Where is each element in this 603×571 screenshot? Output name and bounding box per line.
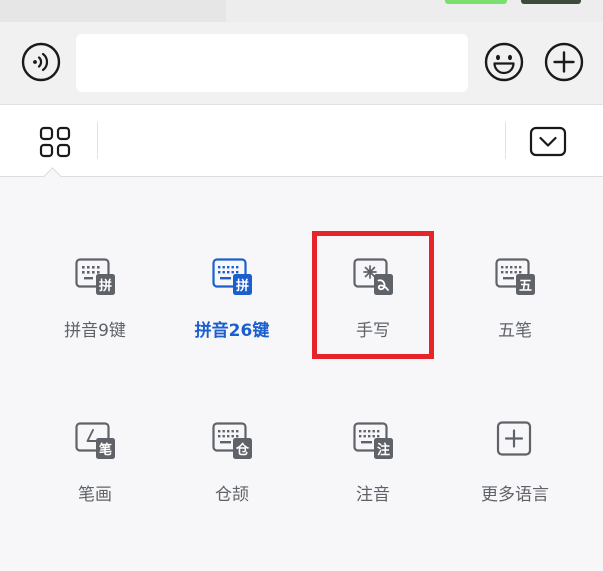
plus-circle-icon — [544, 42, 584, 82]
toolbar-divider — [97, 122, 98, 159]
keyboard-badge: 五 — [519, 279, 532, 294]
grid-icon — [39, 126, 71, 158]
ime-toolbar — [0, 105, 603, 177]
handwriting-icon — [353, 258, 393, 295]
keyboard-option-label: 笔画 — [78, 485, 112, 505]
plus-square-icon — [496, 421, 532, 456]
keyboard-badge: 拼 — [236, 278, 249, 294]
keyboard-option-label: 手写 — [356, 321, 390, 341]
keyboard-option-label: 更多语言 — [481, 485, 549, 505]
chat-area-edge — [0, 0, 603, 22]
keyboard-pinyin-icon: 拼 — [75, 258, 115, 295]
keyboard-option-label: 注音 — [356, 485, 390, 505]
keyboard-option-wubi[interactable]: 五 五笔 — [450, 257, 580, 367]
keyboard-badge: 仓 — [235, 442, 250, 458]
keyboard-option-zhuyin[interactable]: 注 注音 — [308, 421, 438, 531]
chat-bubble-edge — [0, 0, 226, 22]
more-functions-button[interactable] — [544, 42, 584, 82]
message-input[interactable] — [76, 34, 468, 92]
keyboard-badge: 拼 — [99, 278, 112, 294]
keyboard-cangjie-icon: 仓 — [212, 422, 252, 459]
chat-input-bar — [0, 22, 603, 105]
chevron-down-icon — [529, 126, 567, 157]
keyboard-option-label: 仓颉 — [215, 485, 249, 505]
voice-icon — [21, 42, 61, 82]
keyboard-option-cangjie[interactable]: 仓 仓颉 — [167, 421, 297, 531]
keyboard-option-label: 拼音9键 — [64, 321, 126, 341]
emoji-button[interactable] — [484, 42, 524, 82]
keyboard-option-handwriting[interactable]: 手写 — [308, 257, 438, 367]
stroke-icon: 笔 — [75, 422, 115, 459]
keyboard-option-label: 拼音26键 — [194, 321, 270, 341]
hide-keyboard-button[interactable] — [529, 126, 567, 158]
keyboard-option-pinyin-26[interactable]: 拼 拼音26键 — [167, 257, 297, 367]
chat-bubble-edge-green — [445, 0, 507, 4]
keyboard-pinyin-icon: 拼 — [212, 258, 252, 295]
keyboard-badge: 注 — [377, 442, 390, 458]
keyboard-option-label: 五笔 — [498, 321, 532, 341]
keyboard-option-stroke[interactable]: 笔 笔画 — [30, 421, 160, 531]
keyboard-badge: 笔 — [99, 442, 112, 458]
avatar-edge — [521, 0, 581, 4]
voice-input-button[interactable] — [21, 42, 61, 82]
keyboard-wubi-icon: 五 — [495, 258, 535, 295]
keyboard-option-pinyin-9[interactable]: 拼 拼音9键 — [30, 257, 160, 367]
emoji-icon — [484, 42, 524, 82]
keyboard-option-more-languages[interactable]: 更多语言 — [450, 421, 580, 531]
toolbar-divider — [505, 122, 506, 159]
keyboard-zhuyin-icon: 注 — [353, 422, 393, 459]
keyboard-switch-button[interactable] — [38, 125, 72, 159]
